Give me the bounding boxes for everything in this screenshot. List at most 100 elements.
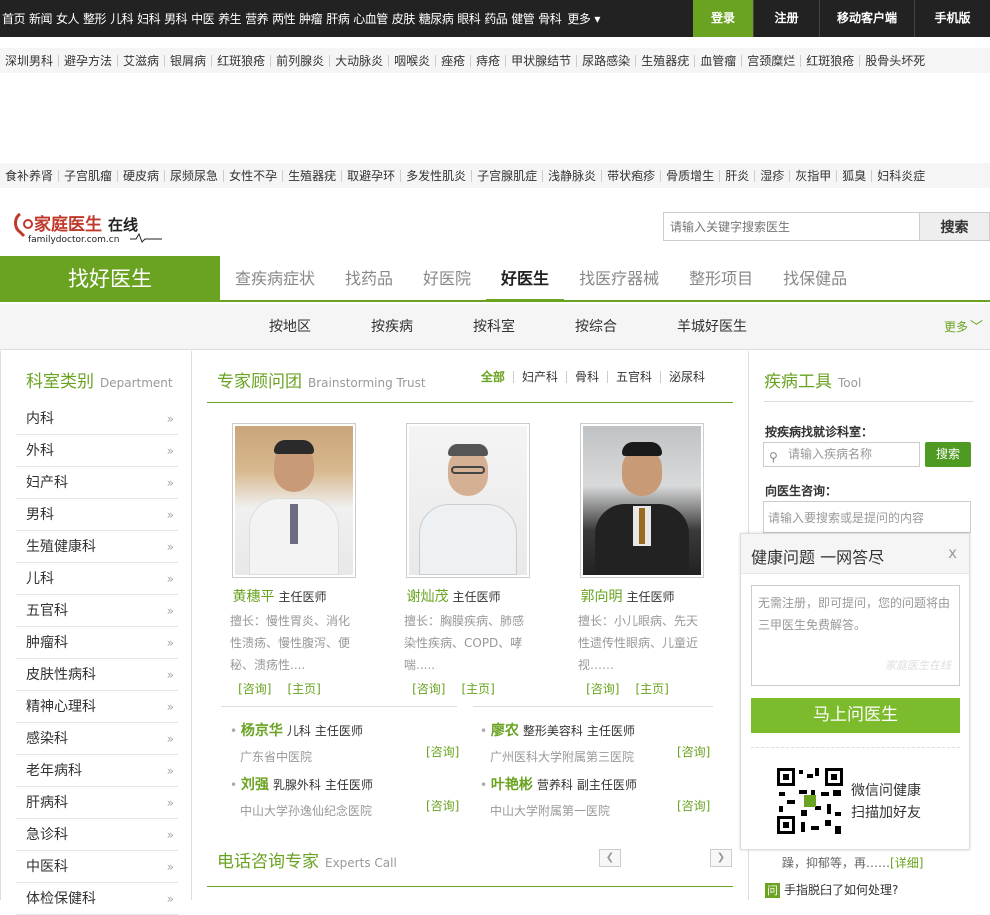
top-nav-item[interactable]: 男科 bbox=[162, 10, 189, 27]
keyword-link[interactable]: 硬皮病 bbox=[118, 169, 166, 182]
main-nav-tab[interactable]: 找保健品 bbox=[768, 256, 862, 302]
top-nav-item[interactable]: 两性 bbox=[270, 10, 297, 27]
top-nav-item[interactable]: 肿瘤 bbox=[297, 10, 324, 27]
keyword-link[interactable]: 多发性肌炎 bbox=[401, 169, 473, 182]
top-nav-item[interactable]: 中医 bbox=[189, 10, 216, 27]
homepage-link[interactable]: [主页] bbox=[636, 682, 669, 696]
doctor-card[interactable]: 谢灿茂 主任医师 擅长：胸膜疾病、肺感染性疾病、COPD、哮喘..... [咨询]… bbox=[381, 423, 530, 697]
main-nav-tab[interactable]: 找医疗器械 bbox=[564, 256, 674, 302]
ask-doctor-input[interactable]: 请输入要搜索或是提问的内容 bbox=[763, 501, 971, 533]
keyword-link[interactable]: 女性不孕 bbox=[224, 169, 284, 182]
department-item[interactable]: 妇产科 » bbox=[16, 467, 178, 499]
keyword-link[interactable]: 肝炎 bbox=[720, 169, 756, 182]
top-nav-item[interactable]: 新闻 bbox=[27, 10, 54, 27]
main-nav-tab[interactable]: 找药品 bbox=[330, 256, 408, 302]
department-item[interactable]: 五官科 » bbox=[16, 595, 178, 627]
consult-link[interactable]: [咨询] bbox=[586, 682, 619, 696]
subnav-yangcheng-doctors[interactable]: 羊城好医生 bbox=[677, 304, 747, 350]
top-nav-item[interactable]: 儿科 bbox=[108, 10, 135, 27]
main-nav-tab[interactable]: 好医生 bbox=[486, 256, 565, 302]
next-arrow-icon[interactable]: ❯ bbox=[710, 849, 732, 867]
keyword-link[interactable]: 子宫肌瘤 bbox=[59, 169, 119, 182]
keyword-link[interactable]: 尿频尿急 bbox=[165, 169, 225, 182]
keyword-link[interactable]: 避孕方法 bbox=[59, 54, 119, 67]
keyword-link[interactable]: 痤疮 bbox=[436, 54, 472, 67]
more-doctor-item[interactable]: • 刘强 乳腺外科 主任医师 中山大学孙逸仙纪念医院 [咨询] bbox=[230, 774, 460, 819]
department-item[interactable]: 儿科 » bbox=[16, 563, 178, 595]
top-nav-item[interactable]: 女人 bbox=[54, 10, 81, 27]
section-brand[interactable]: 找好医生 bbox=[0, 256, 220, 302]
keyword-link[interactable]: 妇科炎症 bbox=[872, 170, 930, 182]
question-text[interactable]: 手指脱臼了如何处理? bbox=[784, 883, 898, 897]
question-textarea[interactable]: 无需注册，即可提问，您的问题将由三甲医生免费解答。 家庭医生在线 bbox=[751, 585, 960, 686]
doctor-photo[interactable] bbox=[406, 423, 530, 578]
top-nav-item[interactable]: 整形 bbox=[81, 10, 108, 27]
department-item[interactable]: 男科 » bbox=[16, 499, 178, 531]
top-nav-item[interactable]: 皮肤 bbox=[390, 10, 417, 27]
keyword-link[interactable]: 甲状腺结节 bbox=[506, 54, 578, 67]
homepage-link[interactable]: [主页] bbox=[462, 682, 495, 696]
more-doctor-item[interactable]: • 杨京华 儿科 主任医师 广东省中医院 [咨询] bbox=[230, 720, 460, 765]
question-item[interactable]: 问手指脱臼了如何处理? bbox=[765, 881, 898, 898]
keyword-link[interactable]: 咽喉炎 bbox=[389, 54, 437, 67]
doctor-search-button[interactable]: 搜索 bbox=[919, 212, 990, 241]
doctor-search-input[interactable] bbox=[663, 212, 920, 241]
mobile-client-button[interactable]: 移动客户端 bbox=[819, 0, 914, 37]
department-item[interactable]: 急诊科 » bbox=[16, 819, 178, 851]
top-nav-item[interactable]: 肝病 bbox=[324, 10, 351, 27]
expert-filter[interactable]: 泌尿科 bbox=[659, 371, 713, 383]
more-doctor-item[interactable]: • 叶艳彬 营养科 副主任医师 中山大学附属第一医院 [咨询] bbox=[480, 774, 715, 819]
subnav-more[interactable]: 更多 ﹀ bbox=[944, 304, 983, 351]
more-doctor-ask[interactable]: [咨询] bbox=[677, 743, 710, 760]
subnav-by-region[interactable]: 按地区 bbox=[269, 304, 311, 350]
top-nav-item[interactable]: 营养 bbox=[243, 10, 270, 27]
department-item[interactable]: 中医科 » bbox=[16, 851, 178, 883]
keyword-link[interactable]: 前列腺炎 bbox=[271, 54, 331, 67]
keyword-link[interactable]: 银屑病 bbox=[165, 54, 213, 67]
register-button[interactable]: 注册 bbox=[753, 0, 819, 37]
keyword-link[interactable]: 湿疹 bbox=[755, 169, 791, 182]
top-nav-item[interactable]: 妇科 bbox=[135, 10, 162, 27]
site-logo[interactable]: 家庭医生 在线 familydoctor.com.cn bbox=[12, 206, 167, 246]
more-doctor-item[interactable]: • 廖农 整形美容科 主任医师 广州医科大学附属第三医院 [咨询] bbox=[480, 720, 715, 765]
disease-search-button[interactable]: 搜索 bbox=[925, 442, 971, 467]
keyword-link[interactable]: 深圳男科 bbox=[0, 54, 60, 67]
keyword-link[interactable]: 红斑狼疮 bbox=[801, 54, 861, 67]
top-nav-item[interactable]: 健管 bbox=[509, 10, 536, 27]
more-doctor-name[interactable]: 廖农 bbox=[491, 723, 519, 739]
doctor-name[interactable]: 谢灿茂 主任医师 bbox=[381, 586, 526, 606]
keyword-link[interactable]: 食补养肾 bbox=[0, 169, 60, 182]
top-nav-more[interactable]: 更多 ▾ bbox=[563, 10, 604, 27]
keyword-link[interactable]: 狐臭 bbox=[837, 169, 873, 182]
keyword-link[interactable]: 大动脉炎 bbox=[330, 54, 390, 67]
department-item[interactable]: 外科 » bbox=[16, 435, 178, 467]
keyword-link[interactable]: 取避孕环 bbox=[342, 169, 402, 182]
doctor-name-text[interactable]: 谢灿茂 bbox=[406, 589, 448, 605]
close-icon[interactable]: x bbox=[948, 544, 957, 562]
top-nav-item[interactable]: 首页 bbox=[0, 10, 27, 27]
top-nav-item[interactable]: 骨科 bbox=[536, 10, 563, 27]
top-nav-item[interactable]: 药品 bbox=[482, 10, 509, 27]
prev-arrow-icon[interactable]: ❮ bbox=[599, 849, 621, 867]
keyword-link[interactable]: 浅静脉炎 bbox=[543, 169, 603, 182]
top-nav-item[interactable]: 心血管 bbox=[351, 10, 390, 27]
top-nav-item[interactable]: 眼科 bbox=[455, 10, 482, 27]
more-doctor-ask[interactable]: [咨询] bbox=[426, 743, 459, 760]
subnav-by-overall[interactable]: 按综合 bbox=[575, 304, 617, 350]
doctor-card[interactable]: 郭向明 主任医师 擅长：小儿眼病、先天性遗传性眼病、儿童近视…… [咨询] [主页] bbox=[555, 423, 704, 697]
department-item[interactable]: 皮肤性病科 » bbox=[16, 659, 178, 691]
keyword-link[interactable]: 宫颈糜烂 bbox=[742, 54, 802, 67]
department-item[interactable]: 肝病科 » bbox=[16, 787, 178, 819]
department-item[interactable]: 老年病科 » bbox=[16, 755, 178, 787]
main-nav-tab[interactable]: 查疾病症状 bbox=[220, 256, 330, 302]
keyword-link[interactable]: 股骨头坏死 bbox=[860, 55, 930, 67]
keyword-link[interactable]: 带状疱疹 bbox=[602, 169, 662, 182]
expert-filter[interactable]: 全部 bbox=[473, 371, 513, 383]
disease-search-input[interactable]: ⚲ 请输入疾病名称 bbox=[763, 442, 920, 467]
main-nav-tab[interactable]: 好医院 bbox=[408, 256, 486, 302]
more-doctor-ask[interactable]: [咨询] bbox=[426, 797, 459, 814]
top-nav-item[interactable]: 养生 bbox=[216, 10, 243, 27]
keyword-link[interactable]: 艾滋病 bbox=[118, 54, 166, 67]
more-doctor-name[interactable]: 刘强 bbox=[241, 777, 269, 793]
expert-filter[interactable]: 五官科 bbox=[606, 371, 660, 383]
